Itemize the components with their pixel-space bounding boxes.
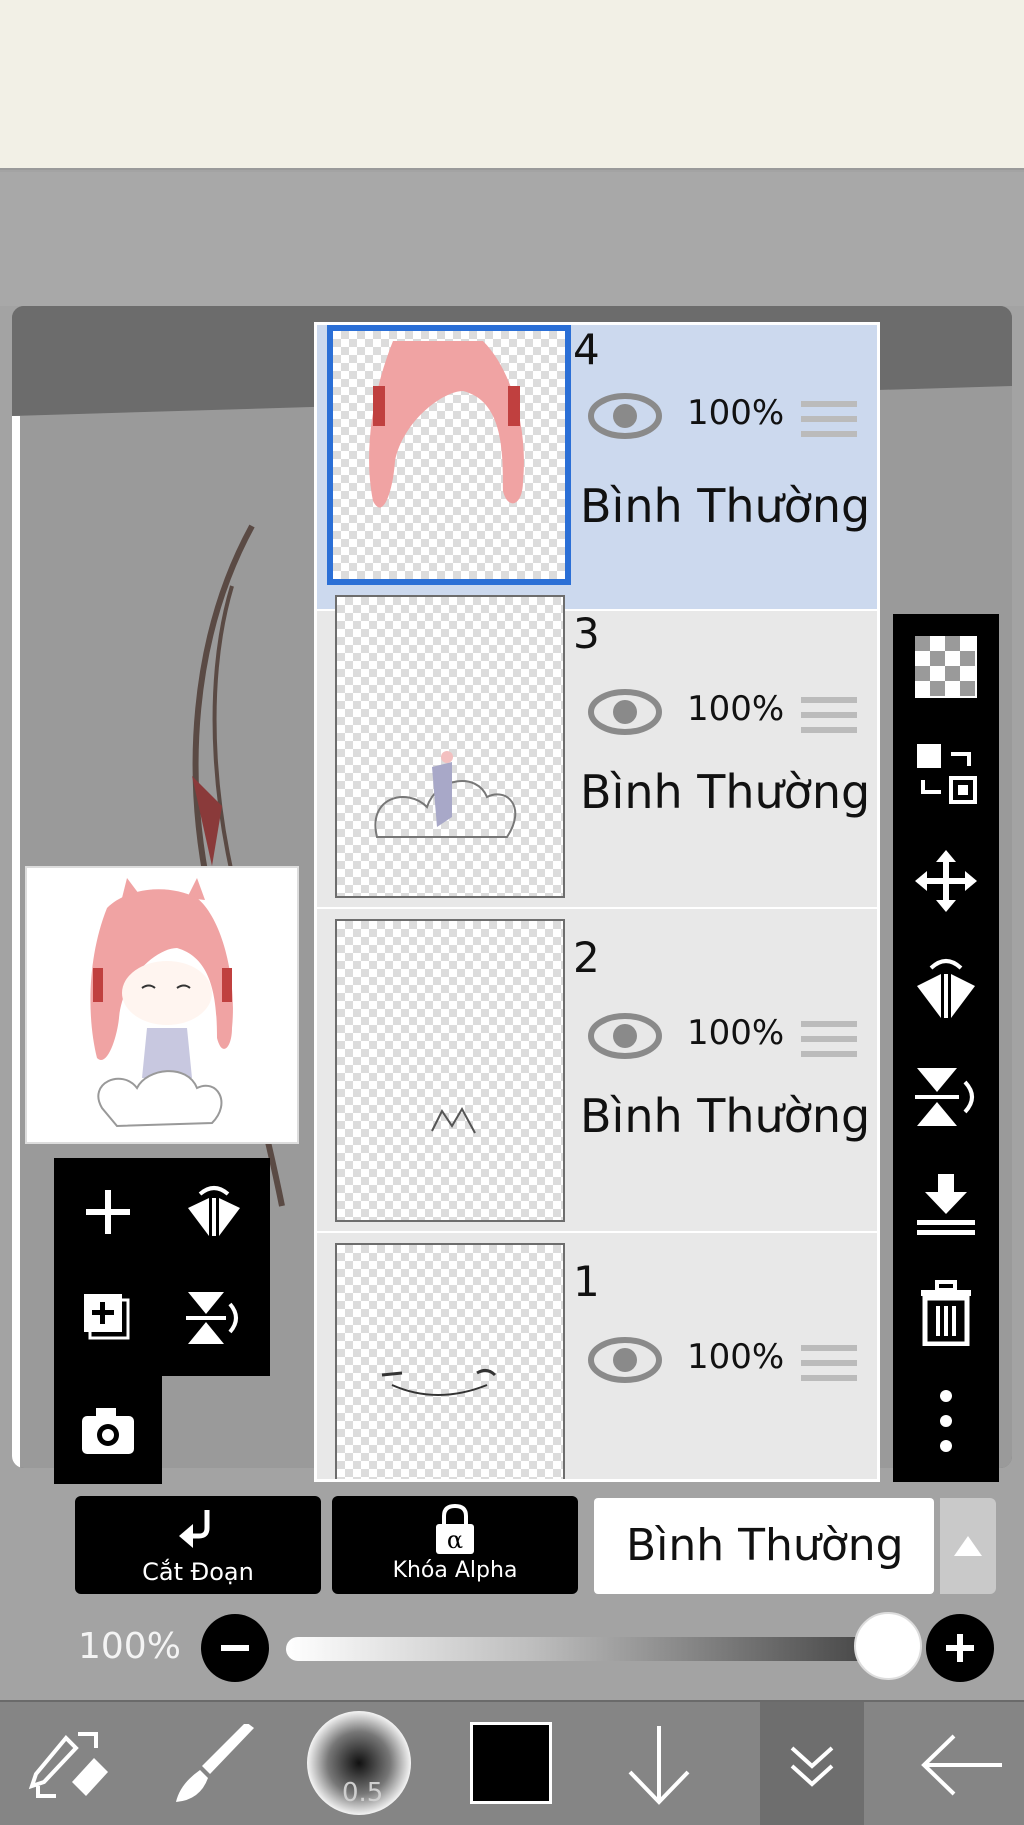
blend-mode-value: Bình Thường [626,1520,904,1571]
layer-row[interactable]: 4 100% Bình Thường [317,325,877,611]
flip-horizontal-icon[interactable] [913,956,979,1022]
layer-thumbnail-art [431,1106,476,1134]
move-layer-icon[interactable] [913,740,979,806]
layer-thumbnail[interactable] [335,919,565,1222]
pen-eraser-toggle[interactable] [10,1702,130,1825]
layers-panel: 4 100% Bình Thường 3 100% Bình Thường 2 … [314,322,880,1482]
drag-handle-icon[interactable] [801,1343,857,1383]
layer-thumbnail-art [369,341,524,508]
eye-icon[interactable] [587,687,663,737]
plus-icon [946,1634,974,1662]
layer-opacity: 100% [687,1013,785,1053]
flip-vertical-icon[interactable] [186,1290,242,1346]
layer-thumbnail[interactable] [335,1243,565,1479]
top-bar [0,0,1024,170]
blend-mode-select[interactable]: Bình Thường [594,1498,934,1594]
layer-thumbnail[interactable] [327,325,571,585]
flip-vertical-icon[interactable] [913,1064,979,1130]
layer-name: 2 [573,933,600,982]
drag-handle-icon[interactable] [801,1019,857,1059]
more-icon[interactable] [913,1388,979,1454]
lock-icon: α [436,1503,474,1554]
alpha-lock-button[interactable]: α Khóa Alpha [332,1496,578,1594]
layer-blend-mode: Bình Thường [580,1089,871,1143]
drag-handle-icon[interactable] [801,399,857,439]
layer-thumbnail[interactable] [335,595,565,898]
brush-size-button[interactable]: 0.5 [300,1702,416,1825]
eye-icon[interactable] [587,1011,663,1061]
layer-name: 4 [573,325,600,374]
layer-opacity: 100% [687,393,785,433]
transparency-icon[interactable] [913,634,979,700]
brush-tool[interactable] [160,1702,270,1825]
merge-down-icon[interactable] [913,1172,979,1238]
add-layer-icon[interactable] [80,1184,136,1240]
camera-icon[interactable] [80,1402,136,1458]
layer-tool-strip [893,614,999,1482]
eye-icon[interactable] [587,1335,663,1385]
blend-mode-dropdown[interactable] [940,1498,996,1594]
clip-arrow-icon [179,1510,210,1548]
drag-handle-icon[interactable] [801,695,857,735]
opacity-value: 100% [78,1626,181,1667]
color-swatch-fill [470,1722,552,1804]
alpha-lock-label: Khóa Alpha [392,1558,518,1583]
layer-row[interactable]: 3 100% Bình Thường [317,587,877,909]
canvas-margin [0,172,1024,306]
opacity-slider-knob[interactable] [854,1612,922,1680]
minus-icon [221,1645,249,1651]
layer-blend-mode: Bình Thường [580,765,871,819]
clip-button[interactable]: Cắt Đoạn [75,1496,321,1594]
layer-row[interactable]: 1 100% [317,1235,877,1479]
layer-opacity: 100% [687,689,785,729]
layer-name: 1 [573,1257,600,1306]
triangle-up-icon [954,1536,982,1556]
opacity-slider-track[interactable] [286,1637,906,1661]
brush-icon [176,1724,254,1802]
layers-button[interactable] [760,1702,864,1825]
layer-row[interactable]: 2 100% Bình Thường [317,911,877,1233]
opacity-increase-button[interactable] [926,1614,994,1682]
layer-thumbnail-art [381,1368,497,1396]
layers-icon [790,1746,834,1787]
opacity-decrease-button[interactable] [201,1614,269,1682]
add-copy-icon[interactable] [80,1290,136,1346]
clip-label: Cắt Đoạn [142,1558,254,1586]
back-button[interactable] [904,1702,1014,1825]
pen-eraser-toggle-icon [28,1732,108,1798]
canvas-preview[interactable] [25,866,299,1144]
layer-name: 3 [573,609,600,658]
trash-icon[interactable] [913,1280,979,1346]
down-arrow-icon [628,1726,690,1805]
down-arrow-button[interactable] [610,1702,710,1825]
preview-art [90,878,233,1128]
color-swatch[interactable] [460,1702,560,1825]
back-arrow-icon [921,1734,1002,1796]
bottom-toolbar: 0.5 [0,1700,1024,1825]
layer-blend-mode: Bình Thường [580,479,871,533]
eye-icon[interactable] [587,391,663,441]
flip-horizontal-icon[interactable] [186,1184,242,1240]
layer-opacity: 100% [687,1337,785,1377]
brush-size-label: 0.5 [342,1778,384,1808]
layer-thumbnail-art [374,751,517,838]
alpha-glyph: α [447,1526,463,1554]
move-icon[interactable] [913,848,979,914]
